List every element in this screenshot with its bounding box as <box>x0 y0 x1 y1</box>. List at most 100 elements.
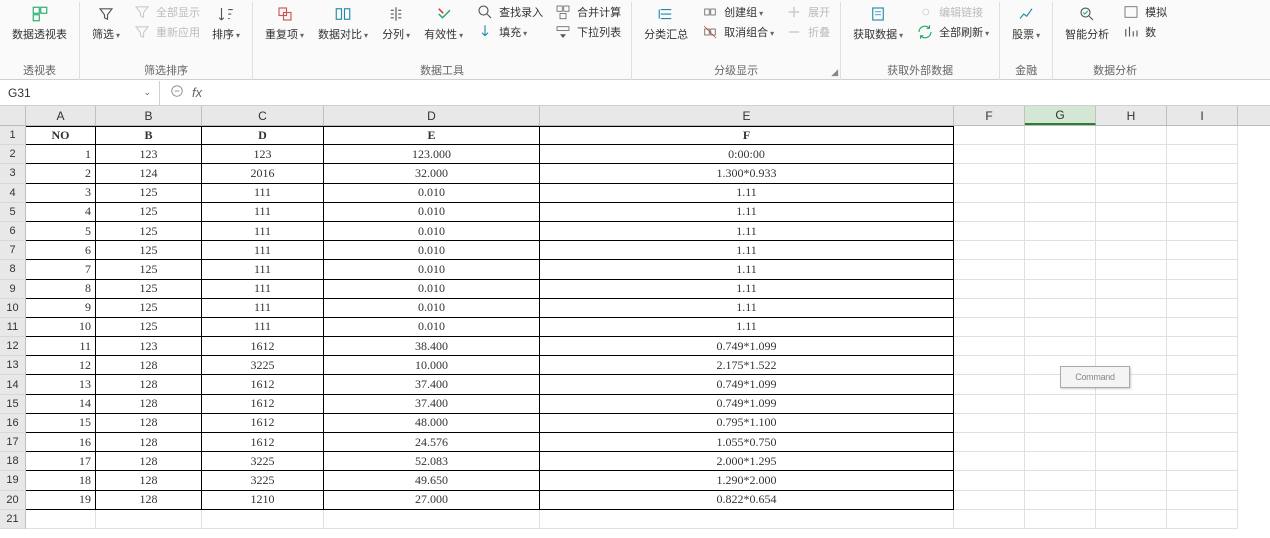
cell[interactable]: NO <box>26 126 96 145</box>
cell[interactable]: 125 <box>96 299 202 318</box>
cell[interactable] <box>1025 222 1096 241</box>
cell[interactable] <box>954 510 1025 529</box>
cell[interactable] <box>1025 164 1096 183</box>
cell[interactable] <box>1025 126 1096 145</box>
cell[interactable]: 111 <box>202 184 324 203</box>
cell[interactable] <box>1167 145 1238 164</box>
cell[interactable]: 128 <box>96 452 202 471</box>
cell[interactable]: 24.576 <box>324 433 540 452</box>
cell[interactable] <box>26 510 96 529</box>
row-header-9[interactable]: 9 <box>0 280 26 299</box>
cell[interactable]: 3225 <box>202 452 324 471</box>
cell[interactable]: 111 <box>202 222 324 241</box>
cell[interactable]: 123 <box>96 337 202 356</box>
cell[interactable] <box>1096 395 1167 414</box>
cell[interactable] <box>1167 452 1238 471</box>
edit-link-button[interactable]: 编辑链接 <box>911 2 993 22</box>
cell[interactable]: 12 <box>26 356 96 375</box>
column-header-H[interactable]: H <box>1096 106 1167 125</box>
cell[interactable] <box>954 280 1025 299</box>
cell[interactable]: 125 <box>96 184 202 203</box>
cell[interactable] <box>1025 145 1096 164</box>
cell[interactable] <box>324 510 540 529</box>
refresh-all-button[interactable]: 全部刷新▾ <box>911 22 993 42</box>
cell[interactable]: 1.055*0.750 <box>540 433 954 452</box>
cell[interactable] <box>954 126 1025 145</box>
cell[interactable]: 37.400 <box>324 375 540 394</box>
cell[interactable] <box>1096 203 1167 222</box>
cell[interactable]: E <box>324 126 540 145</box>
cell[interactable]: 37.400 <box>324 395 540 414</box>
fx-label[interactable]: fx <box>192 85 202 100</box>
cell[interactable] <box>1167 337 1238 356</box>
cell[interactable] <box>1096 299 1167 318</box>
cell[interactable]: 0.010 <box>324 184 540 203</box>
cell[interactable]: 111 <box>202 260 324 279</box>
cell[interactable] <box>1167 203 1238 222</box>
cell[interactable]: 128 <box>96 471 202 490</box>
show-all-button[interactable]: 全部显示 <box>128 2 204 22</box>
cell[interactable] <box>1096 433 1167 452</box>
cell[interactable] <box>1096 241 1167 260</box>
cell[interactable] <box>1167 164 1238 183</box>
reapply-button[interactable]: 重新应用 <box>128 22 204 42</box>
column-header-D[interactable]: D <box>324 106 540 125</box>
column-header-C[interactable]: C <box>202 106 324 125</box>
cell[interactable] <box>1167 222 1238 241</box>
cell[interactable]: 1612 <box>202 337 324 356</box>
cell[interactable]: 0.010 <box>324 318 540 337</box>
row-header-18[interactable]: 18 <box>0 452 26 471</box>
row-header-8[interactable]: 8 <box>0 260 26 279</box>
cell[interactable] <box>1025 299 1096 318</box>
cell[interactable] <box>954 299 1025 318</box>
cell[interactable] <box>1167 433 1238 452</box>
cell[interactable]: 1612 <box>202 433 324 452</box>
cell[interactable]: 1210 <box>202 491 324 510</box>
cell[interactable]: D <box>202 126 324 145</box>
data-compare-button[interactable]: 数据对比▾ <box>312 2 374 44</box>
dropdown-list-button[interactable]: 下拉列表 <box>549 22 625 42</box>
row-header-16[interactable]: 16 <box>0 414 26 433</box>
cell[interactable] <box>1025 318 1096 337</box>
pivot-table-button[interactable]: 数据透视表 <box>6 2 73 44</box>
sort-button[interactable]: 排序▾ <box>206 2 246 44</box>
cell[interactable] <box>954 375 1025 394</box>
cell[interactable]: 1 <box>26 145 96 164</box>
cell[interactable] <box>1096 280 1167 299</box>
cell[interactable]: 123.000 <box>324 145 540 164</box>
row-header-1[interactable]: 1 <box>0 126 26 145</box>
cell[interactable]: 16 <box>26 433 96 452</box>
cell[interactable] <box>1025 260 1096 279</box>
row-header-6[interactable]: 6 <box>0 222 26 241</box>
cell[interactable] <box>1025 433 1096 452</box>
cell[interactable]: 0.010 <box>324 241 540 260</box>
cell[interactable]: 0.822*0.654 <box>540 491 954 510</box>
cell[interactable]: 128 <box>96 356 202 375</box>
cell[interactable]: 18 <box>26 471 96 490</box>
cell[interactable]: 49.650 <box>324 471 540 490</box>
cell[interactable] <box>1167 395 1238 414</box>
cell[interactable] <box>1096 126 1167 145</box>
cell[interactable]: 1.11 <box>540 184 954 203</box>
cell[interactable] <box>1096 414 1167 433</box>
duplicates-button[interactable]: 重复项▾ <box>259 2 310 44</box>
cell[interactable] <box>954 241 1025 260</box>
row-header-5[interactable]: 5 <box>0 203 26 222</box>
cell[interactable] <box>202 510 324 529</box>
cell[interactable] <box>954 222 1025 241</box>
cell[interactable]: 7 <box>26 260 96 279</box>
cell[interactable]: 124 <box>96 164 202 183</box>
cell[interactable]: B <box>96 126 202 145</box>
cell[interactable] <box>1096 164 1167 183</box>
cell[interactable]: 128 <box>96 491 202 510</box>
cell[interactable] <box>954 452 1025 471</box>
consolidate-button[interactable]: 合并计算 <box>549 2 625 22</box>
cell[interactable] <box>954 414 1025 433</box>
cell[interactable]: 3225 <box>202 471 324 490</box>
cell[interactable]: 123 <box>96 145 202 164</box>
cell[interactable] <box>954 164 1025 183</box>
column-header-A[interactable]: A <box>26 106 96 125</box>
row-header-13[interactable]: 13 <box>0 356 26 375</box>
cell[interactable]: 1.290*2.000 <box>540 471 954 490</box>
collapse-button[interactable]: 折叠 <box>780 22 834 42</box>
